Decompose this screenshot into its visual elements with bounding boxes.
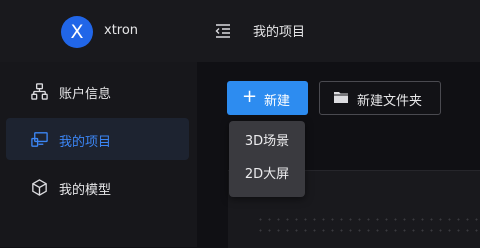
account-icon (31, 83, 48, 100)
brand: X xtron (0, 0, 197, 62)
new-dropdown-menu: 3D场景 2D大屏 (229, 121, 305, 197)
menu-item-2d-screen[interactable]: 2D大屏 (229, 160, 305, 190)
menu-item-3d-scene[interactable]: 3D场景 (229, 127, 305, 157)
sidebar-item-models[interactable]: 我的模型 (6, 166, 189, 208)
sidebar-item-label: 我的模型 (59, 183, 112, 198)
header: 我的项目 (197, 0, 480, 62)
new-folder-label: 新建文件夹 (357, 94, 423, 109)
brand-name: xtron (104, 23, 139, 38)
plus-icon: + (242, 86, 258, 107)
grid-dots (256, 214, 480, 236)
new-button-label: 新建 (264, 94, 291, 109)
new-button[interactable]: + 新建 (227, 81, 308, 115)
sidebar-item-projects[interactable]: 我的项目 (6, 118, 189, 160)
model-cube-icon (32, 179, 47, 196)
project-icon (31, 132, 48, 147)
menu-fold-icon[interactable] (214, 22, 232, 40)
sidebar-item-label: 账户信息 (59, 87, 112, 102)
new-folder-button[interactable]: 新建文件夹 (319, 81, 441, 115)
page-title: 我的项目 (253, 25, 306, 40)
avatar[interactable]: X (61, 16, 93, 48)
sidebar-item-label: 我的项目 (59, 135, 112, 150)
folder-icon (334, 92, 348, 103)
sidebar-item-account[interactable]: 账户信息 (6, 70, 189, 112)
sidebar: X xtron 账户信息 我的项目 我的模型 (0, 0, 197, 247)
